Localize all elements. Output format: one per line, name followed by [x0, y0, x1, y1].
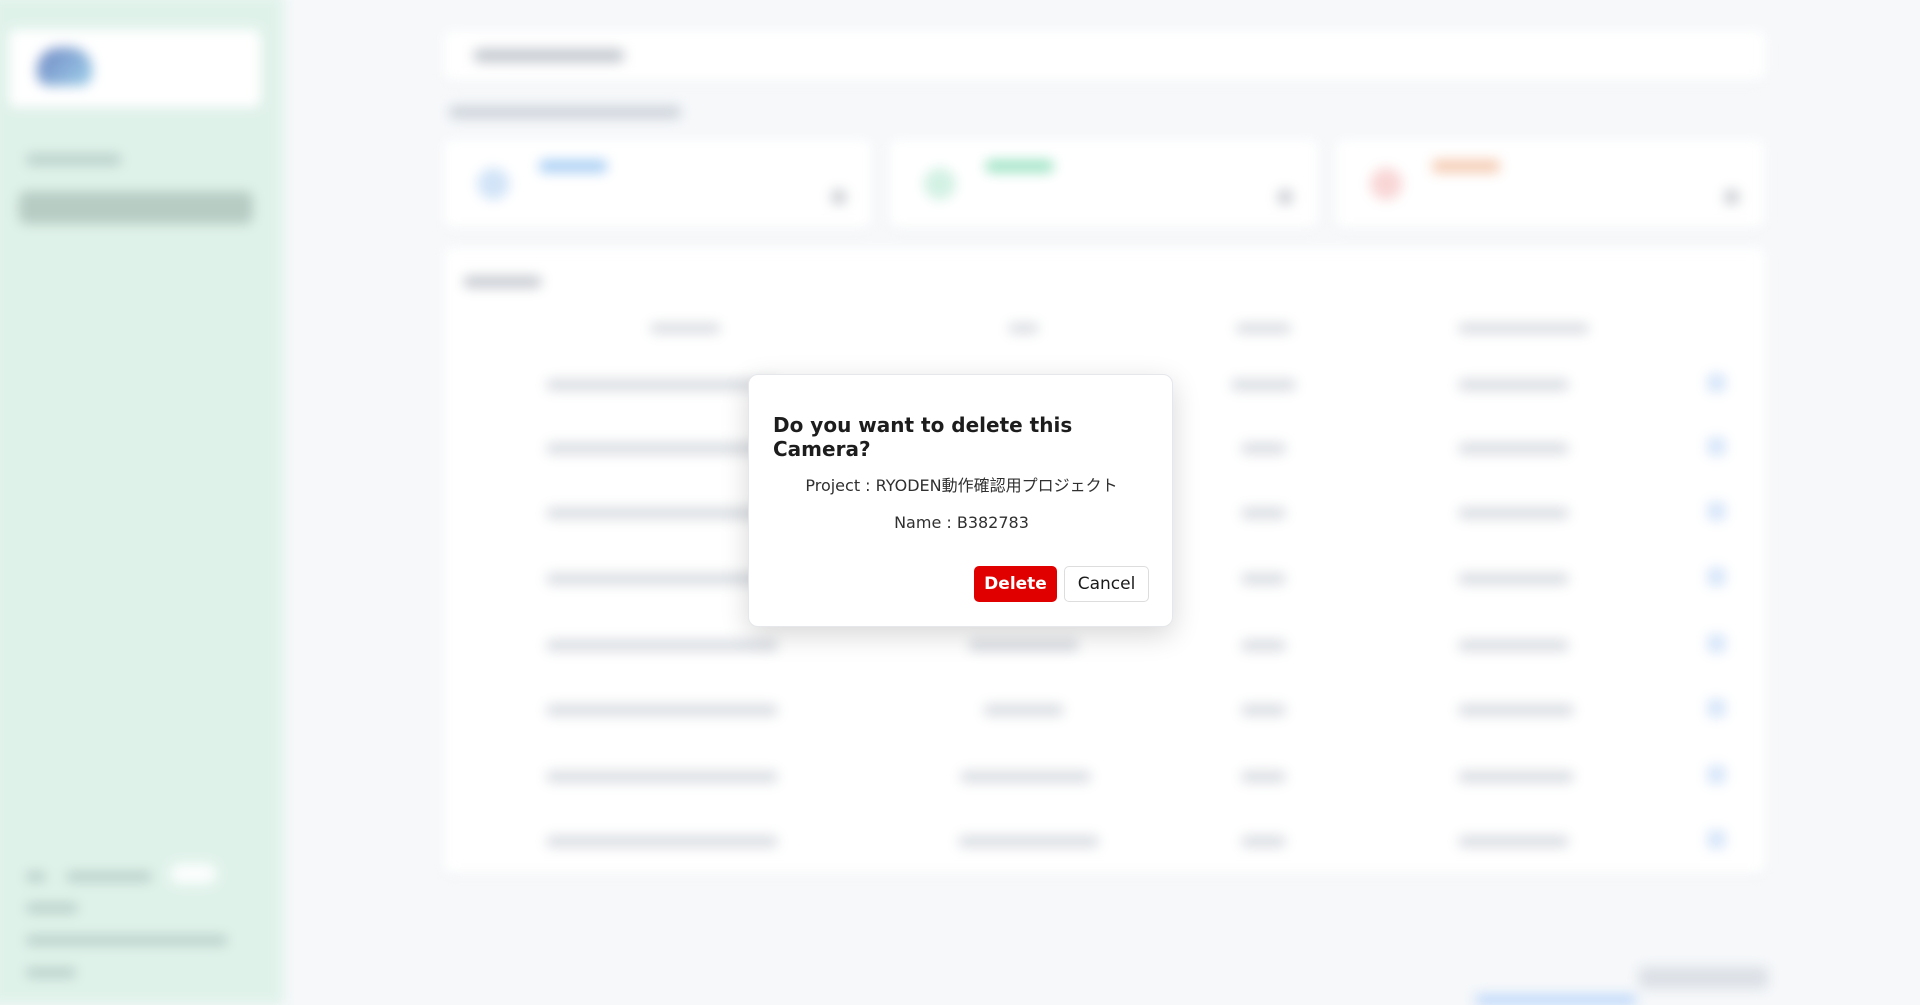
- table-row-cell: [545, 770, 779, 783]
- table-row-cell: [1240, 639, 1287, 652]
- table-row-action-icon: [1707, 634, 1726, 653]
- table-title: [463, 275, 542, 288]
- stat-mini-icon: [1278, 189, 1293, 205]
- table-row-action-icon: [1707, 830, 1726, 849]
- stat-mini-icon: [831, 189, 846, 205]
- sidebar-active-item: [18, 190, 254, 225]
- table-row-cell: [1457, 507, 1570, 520]
- logo-card: [8, 29, 262, 109]
- table-row-cell: [1230, 378, 1297, 391]
- logo-mark-icon: [36, 47, 93, 86]
- table-row-cell: [1240, 442, 1287, 455]
- stat-title: [1431, 159, 1501, 173]
- sidebar-bottom-item: [66, 871, 153, 882]
- table-row-cell: [957, 835, 1100, 848]
- delete-camera-dialog: Do you want to delete this Camera? Proje…: [748, 374, 1173, 627]
- table-row-cell: [968, 639, 1080, 652]
- sidebar-bottom-item: [25, 935, 228, 946]
- stat-icon: [477, 167, 510, 201]
- dialog-title: Do you want to delete this Camera?: [773, 413, 1073, 461]
- table-row-cell: [1457, 572, 1570, 585]
- table-row-action-icon: [1707, 765, 1726, 784]
- sidebar-pill-badge: [170, 863, 217, 884]
- search-placeholder: [473, 48, 625, 63]
- dialog-project-line: Project : RYODEN動作確認用プロジェクト: [805, 476, 1118, 495]
- stat-icon: [1370, 167, 1403, 201]
- dialog-name-line: Name : B382783: [894, 513, 1029, 532]
- table-row-cell: [1240, 704, 1287, 717]
- table-header: [649, 323, 721, 334]
- table-header: [1008, 323, 1039, 334]
- table-row-action-icon: [1707, 437, 1726, 456]
- table-row-cell: [545, 507, 779, 520]
- table-row-cell: [1240, 572, 1287, 585]
- table-row-cell: [1240, 770, 1287, 783]
- stat-title: [538, 159, 608, 173]
- table-row-cell: [545, 835, 779, 848]
- cancel-button[interactable]: Cancel: [1064, 566, 1149, 602]
- stat-card-green: [889, 139, 1319, 229]
- sidebar-bottom-item: [25, 902, 79, 914]
- table-row-action-icon: [1707, 567, 1726, 586]
- delete-button[interactable]: Delete: [974, 566, 1057, 602]
- table-row-cell: [1457, 378, 1570, 391]
- table-row-cell: [1457, 639, 1570, 652]
- table-row-cell: [545, 639, 779, 652]
- table-row-cell: [983, 704, 1065, 717]
- table-row-cell: [1457, 704, 1575, 717]
- table-row-cell: [545, 572, 779, 585]
- table-row-cell: [545, 704, 779, 717]
- table-row-cell: [545, 442, 779, 455]
- stat-title: [985, 159, 1054, 173]
- table-header: [1457, 323, 1590, 334]
- stat-mini-icon: [1724, 189, 1739, 205]
- table-row-cell: [545, 378, 779, 391]
- sidebar-bottom-item: [25, 967, 77, 978]
- table-row-cell: [1240, 835, 1287, 848]
- search-bar: [442, 30, 1766, 81]
- table-header: [1235, 323, 1292, 334]
- table-row-action-icon: [1707, 502, 1726, 521]
- table-row-action-icon: [1707, 698, 1726, 718]
- table-row-action-icon: [1707, 373, 1726, 392]
- sidebar: [0, 0, 284, 1005]
- breadcrumb: [448, 106, 682, 119]
- stat-icon: [923, 167, 956, 201]
- stat-card-blue: [442, 139, 873, 229]
- pagination: [1638, 966, 1768, 989]
- sidebar-bottom-icon: [25, 871, 46, 882]
- stat-card-orange: [1335, 139, 1765, 229]
- table-row-cell: [1240, 507, 1287, 520]
- table-row-cell: [1457, 770, 1575, 783]
- sidebar-section-label: [25, 153, 122, 166]
- table-row-cell: [1457, 835, 1570, 848]
- table-row-cell: [960, 770, 1092, 783]
- table-row-cell: [1457, 442, 1570, 455]
